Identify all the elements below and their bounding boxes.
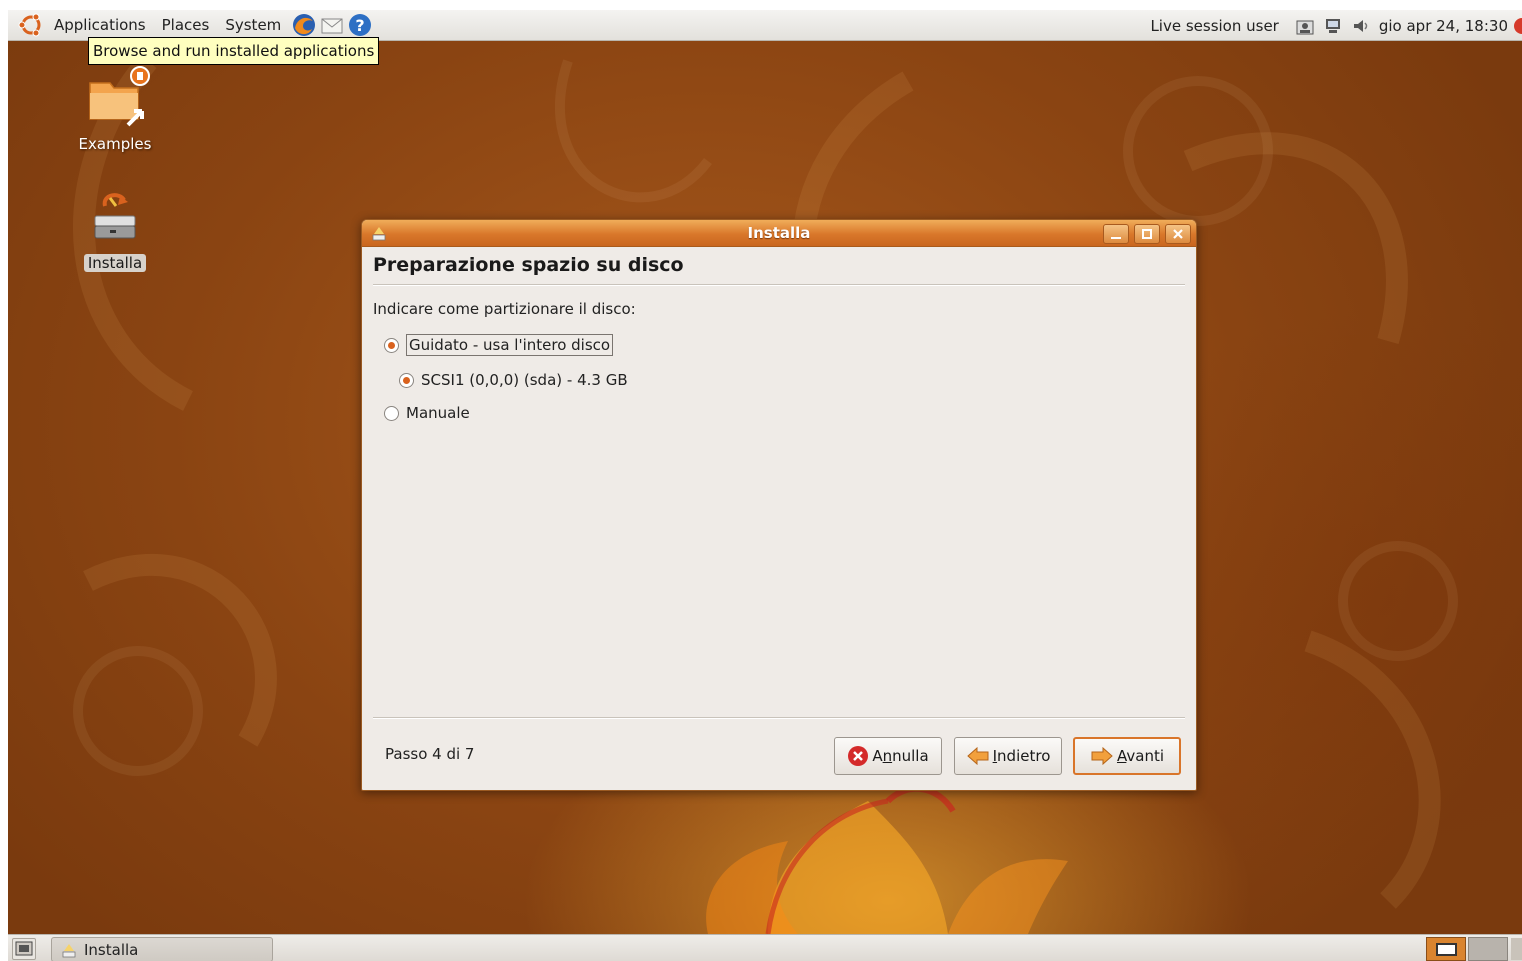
- cancel-button[interactable]: Annulla: [834, 737, 942, 775]
- page-title: Preparazione spazio su disco: [373, 254, 684, 276]
- taskbar-item-installa[interactable]: Installa: [51, 937, 273, 961]
- dialog-title: Installa: [747, 224, 811, 242]
- svg-text:?: ?: [356, 16, 365, 35]
- network-icon[interactable]: [1323, 16, 1343, 36]
- back-button[interactable]: Indietro: [954, 737, 1062, 775]
- next-label: Avanti: [1116, 747, 1164, 765]
- user-switcher-icon[interactable]: [1295, 16, 1315, 36]
- maximize-icon: [1142, 229, 1152, 239]
- desktop-icon-installa[interactable]: Installa: [70, 186, 160, 272]
- radio-disk-sda[interactable]: [399, 372, 414, 388]
- taskbar-item-label: Installa: [84, 940, 139, 959]
- separator: [373, 284, 1185, 286]
- menu-places[interactable]: Places: [154, 10, 218, 41]
- trash-icon[interactable]: [1511, 938, 1522, 960]
- next-button[interactable]: Avanti: [1073, 737, 1181, 775]
- close-window-button[interactable]: [1165, 224, 1191, 244]
- cancel-icon: [848, 746, 869, 766]
- option-manual-label[interactable]: Manuale: [406, 404, 470, 422]
- volume-icon[interactable]: [1351, 16, 1371, 36]
- bottom-panel: Installa: [8, 934, 1522, 961]
- desktop-icon-label: Examples: [78, 135, 152, 153]
- arrow-right-icon: [1091, 747, 1113, 765]
- ubuntu-logo-icon[interactable]: [18, 12, 44, 38]
- installer-icon: [94, 193, 136, 239]
- workspace-window-preview: [1436, 943, 1457, 956]
- separator: [373, 717, 1185, 719]
- firefox-launcher-icon[interactable]: [291, 12, 317, 38]
- workspace-switcher-1[interactable]: [1426, 937, 1466, 961]
- option-disk-sda-label[interactable]: SCSI1 (0,0,0) (sda) - 4.3 GB: [421, 371, 628, 389]
- radio-manual[interactable]: [384, 405, 399, 421]
- folder-link-icon: [89, 66, 150, 127]
- option-manual[interactable]: Manuale: [384, 404, 470, 422]
- screen: Applications Places System ? Live sessio…: [8, 10, 1522, 961]
- show-desktop-button[interactable]: [12, 938, 36, 960]
- menu-applications[interactable]: Applications: [46, 10, 154, 41]
- desktop-icon-label: Installa: [83, 254, 147, 272]
- step-indicator: Passo 4 di 7: [385, 745, 475, 763]
- installer-window-icon: [62, 943, 76, 957]
- mail-launcher-icon[interactable]: [319, 12, 345, 38]
- session-user-label[interactable]: Live session user: [1150, 17, 1278, 35]
- applications-tooltip: Browse and run installed applications: [88, 37, 380, 65]
- desktop-icon-examples[interactable]: Examples: [70, 63, 160, 153]
- shutdown-icon[interactable]: [1512, 14, 1522, 38]
- minimize-button[interactable]: [1103, 224, 1129, 244]
- workspace-switcher-2[interactable]: [1468, 937, 1508, 961]
- option-guided[interactable]: Guidato - usa l'intero disco: [384, 334, 614, 356]
- close-icon: [1173, 229, 1183, 239]
- show-desktop-icon: [15, 941, 33, 956]
- dialog-titlebar[interactable]: Installa: [362, 220, 1196, 247]
- radio-guided[interactable]: [384, 337, 399, 353]
- partition-prompt: Indicare come partizionare il disco:: [373, 300, 636, 318]
- maximize-button[interactable]: [1134, 224, 1160, 244]
- cancel-label: Annulla: [872, 747, 929, 765]
- back-label: Indietro: [992, 747, 1051, 765]
- option-guided-label[interactable]: Guidato - usa l'intero disco: [406, 334, 614, 356]
- installer-dialog: Installa Preparazione spazio su disco In…: [361, 219, 1197, 791]
- help-launcher-icon[interactable]: ?: [347, 12, 373, 38]
- minimize-icon: [1111, 237, 1121, 239]
- desktop[interactable]: Examples Installa Installa Preparazione …: [8, 41, 1522, 934]
- clock[interactable]: gio apr 24, 18:30: [1379, 17, 1508, 35]
- option-disk-sda[interactable]: SCSI1 (0,0,0) (sda) - 4.3 GB: [399, 371, 628, 389]
- arrow-left-icon: [966, 747, 989, 765]
- panel-right: Live session user gio apr 24, 18:30: [1150, 10, 1522, 41]
- menu-system[interactable]: System: [217, 10, 289, 41]
